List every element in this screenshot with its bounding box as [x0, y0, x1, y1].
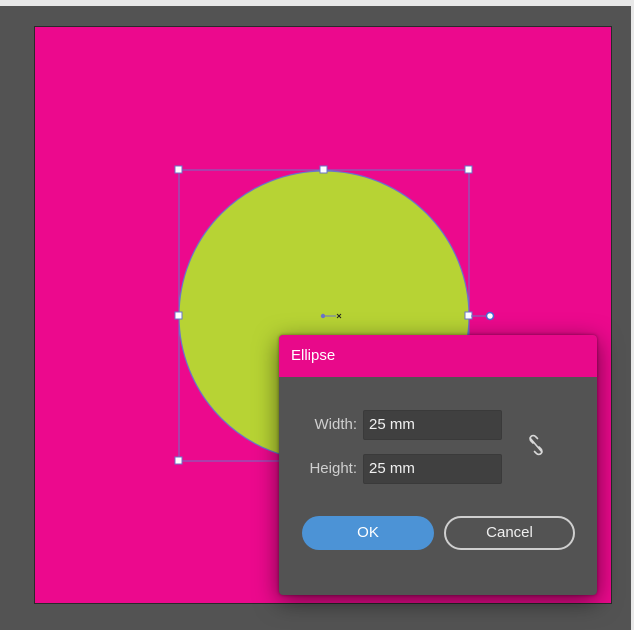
- handle-top-left[interactable]: [174, 165, 183, 174]
- height-label: Height:: [309, 460, 357, 477]
- ok-button[interactable]: OK: [302, 516, 434, 550]
- height-row: Height: 25 mm: [279, 454, 597, 484]
- handle-top-center[interactable]: [319, 165, 328, 174]
- pie-widget-handle[interactable]: [485, 311, 495, 321]
- unlink-proportions-icon[interactable]: [525, 432, 547, 458]
- handle-middle-left[interactable]: [174, 311, 183, 320]
- width-input[interactable]: 25 mm: [363, 410, 502, 440]
- center-point: [320, 313, 326, 319]
- cancel-button[interactable]: Cancel: [444, 516, 575, 550]
- handle-top-right[interactable]: [464, 165, 473, 174]
- width-label: Width:: [314, 416, 357, 433]
- ellipse-dialog: Ellipse Width: 25 mm Height: 25 mm OK Ca…: [279, 335, 597, 595]
- width-row: Width: 25 mm: [279, 410, 597, 440]
- handle-middle-right[interactable]: [464, 311, 473, 320]
- height-input[interactable]: 25 mm: [363, 454, 502, 484]
- handle-bottom-left[interactable]: [174, 456, 183, 465]
- dialog-title[interactable]: Ellipse: [279, 335, 597, 377]
- workspace-top-edge: [0, 0, 634, 6]
